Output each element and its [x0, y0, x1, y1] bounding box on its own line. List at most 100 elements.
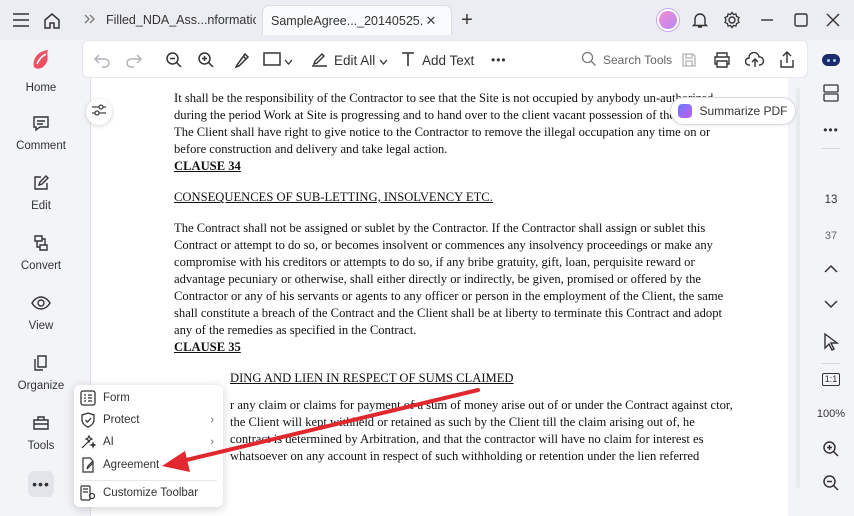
actual-size-button[interactable]: 1:1 [808, 371, 854, 387]
form-icon [79, 389, 97, 407]
save-icon[interactable] [681, 49, 697, 71]
menu-item-customize-toolbar[interactable]: Customize Toolbar [74, 482, 223, 504]
sidebar-item-organize[interactable]: Organize [0, 352, 82, 392]
organize-icon [30, 352, 52, 374]
page-content: It shall be the responsibility of the Co… [174, 90, 734, 465]
sidebar-item-label: View [28, 320, 54, 332]
paragraph: The Contract shall not be assigned or su… [174, 221, 724, 337]
add-text-label: Add Text [422, 52, 475, 68]
edit-all-label: Edit All [334, 52, 376, 68]
ai-assistant-button[interactable] [808, 52, 854, 68]
shape-tool-button[interactable] [263, 49, 293, 71]
sidebar-item-label: Comment [16, 140, 66, 152]
sidebar-item-label: Home [25, 82, 57, 94]
tab-chevron-icon [84, 14, 100, 27]
tab-sample-agreement[interactable]: SampleAgree..._20140525.pdf ✕ [262, 5, 452, 35]
menu-item-label: Agreement [103, 459, 160, 471]
sidebar-item-convert[interactable]: Convert [0, 232, 82, 272]
more-tools-menu: Form Protect › AI › Agreement Customize … [74, 385, 223, 507]
zoom-in-icon [822, 440, 840, 461]
section-heading: CONSEQUENCES OF SUB-LETTING, INSOLVENCY … [174, 190, 493, 204]
rectangle-icon [263, 51, 281, 69]
menu-item-protect[interactable]: Protect › [74, 409, 223, 431]
edit-all-button[interactable]: Edit All [311, 49, 388, 71]
chevron-down-icon [379, 53, 388, 68]
chevron-down-icon [284, 53, 293, 68]
sidebar-item-edit[interactable]: Edit [0, 172, 82, 212]
sidebar-item-label: Edit [31, 200, 51, 212]
title-bar: Filled_NDA_Ass...nformation.pdf SampleAg… [0, 0, 854, 40]
chevron-up-icon [824, 264, 838, 276]
zoom-out-button[interactable] [808, 474, 854, 494]
redo-icon[interactable] [125, 49, 143, 71]
left-sidebar: Home Comment Edit Convert View Organize [0, 40, 82, 516]
ai-summary-icon [678, 104, 693, 118]
select-tool-button[interactable] [808, 332, 854, 354]
menu-item-label: Form [103, 392, 130, 404]
avatar[interactable] [657, 9, 679, 31]
summarize-pdf-button[interactable]: Summarize PDF [670, 97, 796, 125]
shield-icon [79, 411, 97, 429]
view-icon [30, 292, 52, 314]
tab-label: SampleAgree..._20140525.pdf [271, 13, 423, 28]
more-options-button[interactable]: ••• [491, 49, 507, 71]
hamburger-menu-icon[interactable] [10, 9, 32, 31]
sidebar-item-home[interactable]: Home [0, 46, 82, 94]
page-number-current[interactable]: 13 [808, 192, 854, 208]
thumbnail-panel-button[interactable] [808, 83, 854, 104]
menu-item-ai[interactable]: AI › [74, 431, 223, 453]
sliders-icon [91, 103, 107, 122]
close-window-icon[interactable] [822, 9, 844, 31]
paragraph: The Client shall have right to give noti… [174, 125, 711, 156]
zoom-in-button[interactable] [808, 440, 854, 460]
new-tab-icon[interactable]: + [456, 9, 478, 31]
search-icon [581, 51, 597, 70]
close-tab-icon[interactable]: ✕ [423, 13, 439, 29]
tab-filled-nda[interactable]: Filled_NDA_Ass...nformation.pdf [76, 5, 256, 35]
vertical-scrollbar[interactable] [796, 88, 800, 488]
menu-item-agreement[interactable]: Agreement [74, 454, 223, 476]
add-text-button[interactable]: Add Text [401, 49, 474, 71]
more-options-icon[interactable]: ••• [808, 122, 854, 138]
minimize-icon[interactable] [756, 9, 778, 31]
sidebar-item-label: Convert [20, 260, 62, 272]
bell-icon[interactable] [689, 9, 711, 31]
adjust-settings-button[interactable] [86, 99, 112, 125]
summarize-label: Summarize PDF [699, 104, 788, 118]
maximize-icon[interactable] [790, 9, 812, 31]
zoom-in-icon[interactable] [197, 49, 215, 71]
zoom-out-icon[interactable] [165, 49, 183, 71]
print-icon[interactable] [713, 49, 731, 71]
clause-title: CLAUSE 35 [174, 340, 241, 354]
next-page-button[interactable] [808, 298, 854, 314]
sidebar-item-tools[interactable]: Tools [0, 412, 82, 452]
edit-all-icon [311, 51, 329, 70]
ai-sparkle-icon [79, 433, 97, 451]
search-tools-input[interactable]: Search Tools [581, 47, 672, 73]
convert-icon [30, 232, 52, 254]
sidebar-item-view[interactable]: View [0, 292, 82, 332]
sidebar-item-label: Tools [27, 440, 55, 452]
tools-icon [30, 412, 52, 434]
ai-assistant-icon [822, 54, 840, 66]
home-icon[interactable] [41, 9, 63, 31]
page-count-total: 37 [824, 230, 838, 242]
gear-icon[interactable] [721, 9, 743, 31]
share-icon[interactable] [779, 49, 795, 71]
zoom-level[interactable]: 100% [808, 406, 854, 422]
menu-item-label: Customize Toolbar [103, 487, 199, 499]
main-toolbar: Edit All Add Text ••• Search Tools [82, 40, 808, 78]
chevron-right-icon: › [210, 436, 214, 448]
search-placeholder: Search Tools [603, 53, 673, 67]
menu-divider [80, 480, 217, 481]
cloud-upload-icon[interactable] [745, 49, 765, 71]
previous-page-button[interactable] [808, 262, 854, 278]
highlighter-icon[interactable] [233, 49, 251, 71]
zoom-out-icon [822, 474, 840, 495]
agreement-icon [79, 456, 97, 474]
more-tools-button[interactable]: ••• [28, 471, 54, 497]
undo-icon[interactable] [93, 49, 111, 71]
sidebar-item-comment[interactable]: Comment [0, 112, 82, 152]
tab-label: Filled_NDA_Ass...nformation.pdf [106, 13, 256, 27]
menu-item-form[interactable]: Form [74, 387, 223, 409]
